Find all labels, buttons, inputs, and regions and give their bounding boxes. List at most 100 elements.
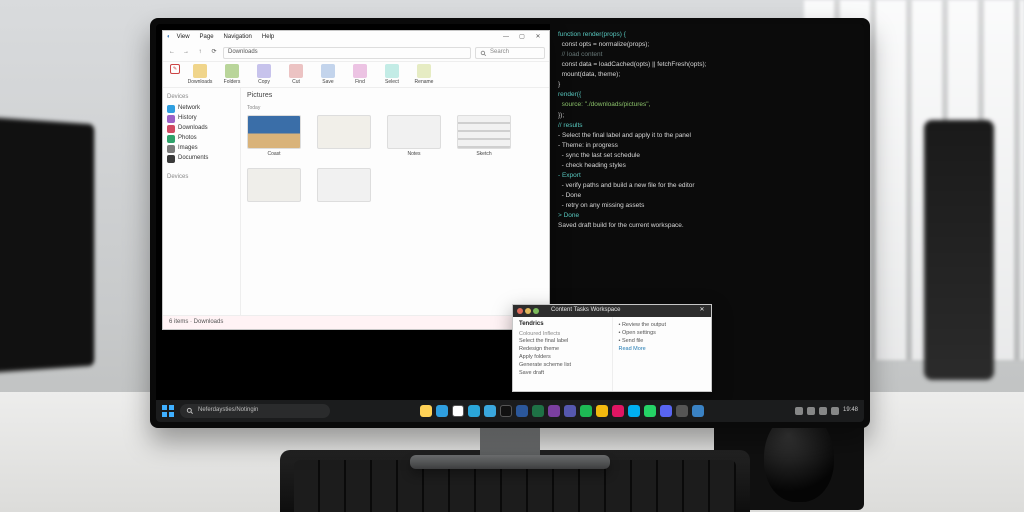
ribbon-label: Find (355, 79, 365, 85)
explorer-nav-row: ← → ↑ ⟳ Downloads Search (163, 45, 549, 62)
onenote-app-icon[interactable] (548, 405, 560, 417)
folder-icon (167, 155, 175, 163)
store-app-icon[interactable] (452, 405, 464, 417)
sidebar-item-history[interactable]: History (167, 114, 236, 124)
explorer-titlebar[interactable]: ◐ View Page Navigation Help — ▢ ✕ (163, 31, 549, 45)
monitor: function render(props) { const opts = no… (150, 18, 870, 428)
slack-app-icon[interactable] (612, 405, 624, 417)
sidebar-item-network[interactable]: Network (167, 104, 236, 114)
maximize-button[interactable]: ▢ (515, 33, 529, 43)
sidebar-item-label: Network (178, 105, 200, 113)
ribbon-cut[interactable]: Cut (281, 64, 311, 85)
sidebar-item-images[interactable]: Images (167, 144, 236, 154)
whatsapp-app-icon[interactable] (644, 405, 656, 417)
address-bar[interactable]: Downloads (223, 47, 471, 59)
desktop-screen: function render(props) { const opts = no… (156, 24, 864, 422)
explorer-search[interactable]: Search (475, 47, 545, 59)
taskbar-clock[interactable]: 19:48 (843, 407, 858, 415)
settings-app-icon[interactable] (676, 405, 688, 417)
thumbnail-image (387, 115, 441, 149)
traffic-red-icon (517, 308, 523, 314)
titlebar-tab-help[interactable]: Help (262, 34, 274, 42)
sidebar-item-label: Images (178, 145, 198, 153)
ribbon-find[interactable]: Find (345, 64, 375, 85)
start-button[interactable] (162, 405, 174, 417)
titlebar-tab-page[interactable]: Page (200, 34, 214, 42)
app-menu-icon[interactable]: ◐ (167, 34, 171, 42)
ribbon-copy[interactable]: Copy (249, 64, 279, 85)
folder-icon (167, 135, 175, 143)
thumbnail-image (317, 115, 371, 149)
ribbon-icon (289, 64, 303, 78)
spotify-app-icon[interactable] (580, 405, 592, 417)
excel-app-icon[interactable] (532, 405, 544, 417)
task-item: Save draft (519, 370, 606, 377)
task-item: Select the final label (519, 338, 606, 345)
skype-app-icon[interactable] (628, 405, 640, 417)
edge-app-icon[interactable] (436, 405, 448, 417)
word-app-icon[interactable] (516, 405, 528, 417)
file-explorer-window[interactable]: ◐ View Page Navigation Help — ▢ ✕ ← → ↑ ⟳ D… (162, 30, 550, 330)
ribbon-downloads[interactable]: Downloads (185, 64, 215, 85)
battery-icon[interactable] (831, 407, 839, 415)
file-thumbnail[interactable] (317, 115, 371, 157)
volume-icon[interactable] (819, 407, 827, 415)
minimize-button[interactable]: — (499, 33, 513, 43)
file-thumbnail[interactable]: Coast (247, 115, 301, 157)
tasks-popup-close[interactable]: ✕ (697, 306, 707, 316)
thumbnail-label: Coast (247, 151, 301, 157)
refresh-button[interactable]: ⟳ (209, 48, 219, 58)
ribbon-label: Cut (292, 79, 300, 85)
folder-icon (167, 145, 175, 153)
ribbon-edit[interactable]: ✎ (167, 64, 183, 85)
back-button[interactable]: ← (167, 48, 177, 58)
thumbnail-label: Notes (387, 151, 441, 157)
wifi-icon[interactable] (807, 407, 815, 415)
file-thumbnail[interactable] (317, 168, 371, 204)
tasks-popup-title: Content Tasks Workspace (551, 307, 691, 315)
titlebar-tab-navigation[interactable]: Navigation (224, 34, 252, 42)
close-button[interactable]: ✕ (531, 33, 545, 43)
folder-icon (167, 125, 175, 133)
file-thumbnail[interactable]: Sketch (457, 115, 511, 157)
terminal-app-icon[interactable] (500, 405, 512, 417)
sidebar-heading: Devices (167, 94, 236, 102)
thumbnail-image (247, 115, 301, 149)
tasks-popup-titlebar[interactable]: Content Tasks Workspace ✕ (513, 305, 711, 317)
ribbon-icon (225, 64, 239, 78)
discord-app-icon[interactable] (660, 405, 672, 417)
explorer-sidebar: Devices NetworkHistoryDownloadsPhotosIma… (163, 88, 241, 315)
notepad-app-icon[interactable] (692, 405, 704, 417)
address-bar-text: Downloads (228, 49, 258, 57)
ribbon-rename[interactable]: Rename (409, 64, 439, 85)
sidebar-item-label: Documents (178, 155, 208, 163)
teams-app-icon[interactable] (564, 405, 576, 417)
sidebar-item-downloads[interactable]: Downloads (167, 124, 236, 134)
mail-app-icon[interactable] (468, 405, 480, 417)
system-tray[interactable]: 19:48 (795, 407, 858, 415)
task-item: Generate scheme list (519, 362, 606, 369)
taskbar[interactable]: Neferdaysties/Notingin 19:48 (156, 400, 864, 422)
ribbon-folders[interactable]: Folders (217, 64, 247, 85)
ribbon-save[interactable]: Save (313, 64, 343, 85)
ribbon-select[interactable]: Select (377, 64, 407, 85)
status-text: 6 items · Downloads (169, 319, 223, 327)
sidebar-item-photos[interactable]: Photos (167, 134, 236, 144)
titlebar-tab-view[interactable]: View (177, 34, 190, 42)
ribbon-label: Select (385, 79, 399, 85)
file-thumbnail[interactable]: Notes (387, 115, 441, 157)
ribbon-label: Folders (224, 79, 241, 85)
sidebar-item-documents[interactable]: Documents (167, 154, 236, 164)
vscode-app-icon[interactable] (484, 405, 496, 417)
up-button[interactable]: ↑ (195, 48, 205, 58)
tasks-readmore-link[interactable]: Read More (619, 346, 706, 353)
file-thumbnail[interactable] (247, 168, 301, 204)
tray-chevron-icon[interactable] (795, 407, 803, 415)
explorer-app-icon[interactable] (420, 405, 432, 417)
taskbar-search[interactable]: Neferdaysties/Notingin (180, 404, 330, 418)
chrome-app-icon[interactable] (596, 405, 608, 417)
explorer-ribbon: ✎ Downloads Folders Copy Cut Save Find Select R… (163, 62, 549, 88)
taskbar-search-text: Neferdaysties/Notingin (198, 407, 258, 415)
forward-button[interactable]: → (181, 48, 191, 58)
tasks-popup-window[interactable]: Content Tasks Workspace ✕ Tendrics Colou… (512, 304, 712, 392)
